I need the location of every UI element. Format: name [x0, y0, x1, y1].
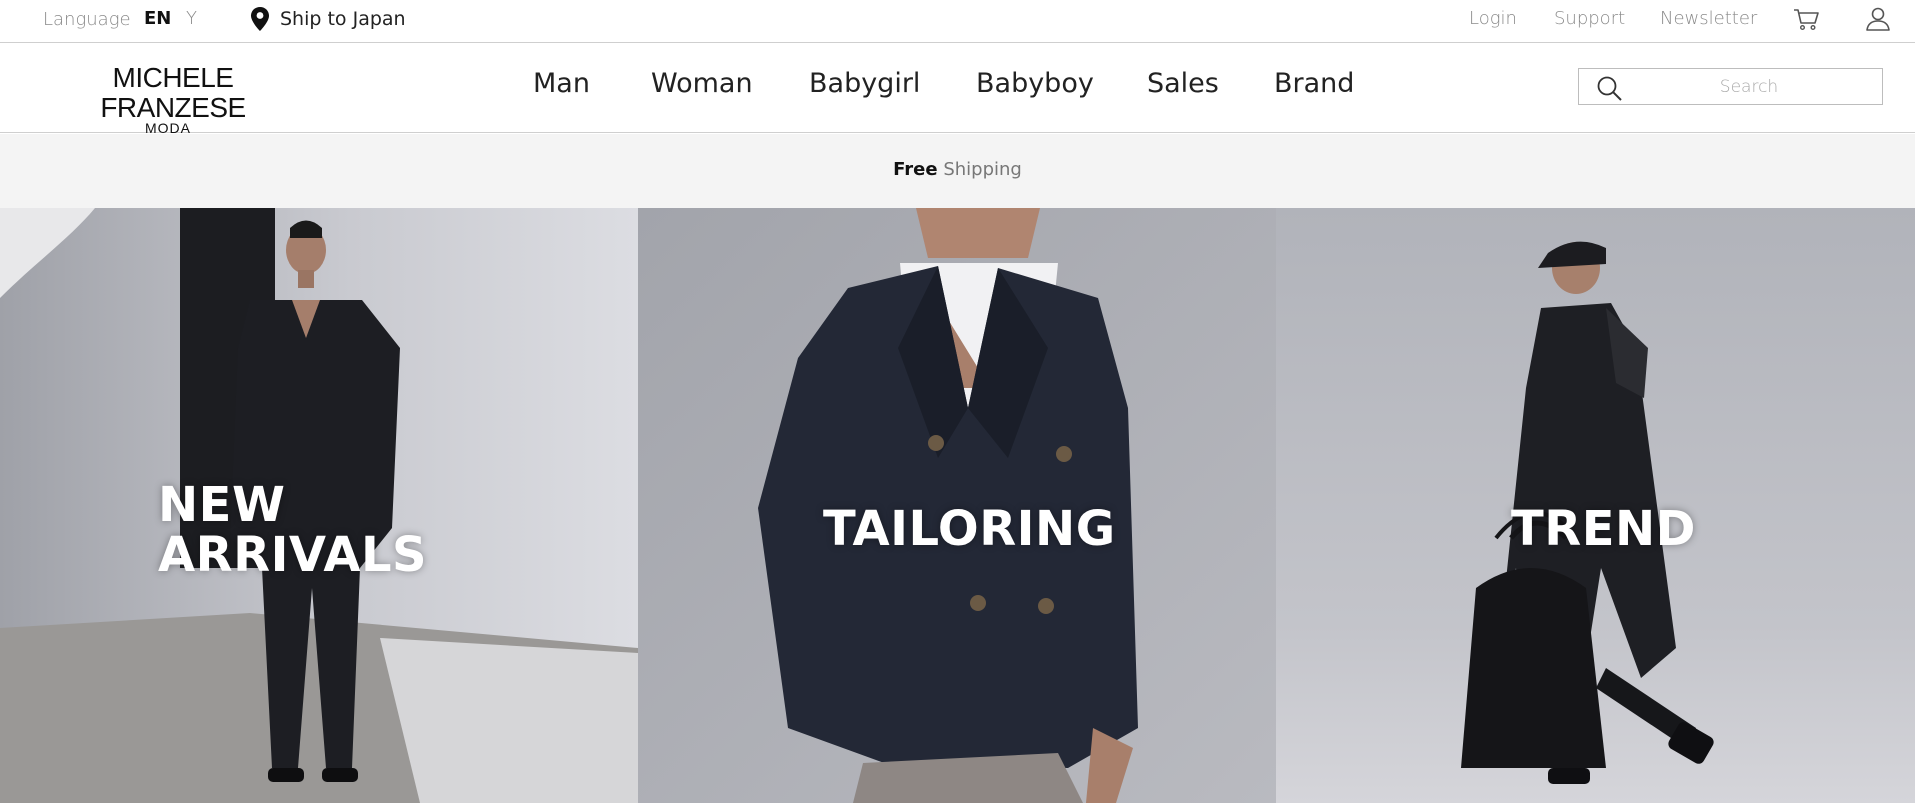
new-arrivals-line1: NEW	[158, 477, 286, 533]
ship-to-selector[interactable]: Ship to Japan	[250, 6, 406, 32]
search-icon[interactable]	[1595, 74, 1623, 102]
nav-item-sales[interactable]: Sales	[1147, 68, 1219, 99]
search-box[interactable]	[1578, 68, 1883, 105]
login-link[interactable]: Login	[1469, 8, 1517, 29]
location-pin-icon	[251, 7, 269, 31]
promo-rest: Shipping	[943, 159, 1022, 180]
hero-panel-new-arrivals[interactable]: NEW ARRIVALS	[0, 208, 638, 803]
hero-panel-tailoring[interactable]: TAILORING	[638, 208, 1276, 803]
tailoring-title: TAILORING	[823, 501, 1116, 557]
nav-item-brand[interactable]: Brand	[1274, 68, 1354, 99]
ship-to-label: Ship to Japan	[280, 8, 406, 30]
nav-item-woman[interactable]: Woman	[651, 68, 753, 99]
main-header: MICHELE FRANZESE MODA Man Woman Babygirl…	[0, 43, 1915, 137]
new-arrivals-title: NEW ARRIVALS	[158, 480, 427, 580]
search-input[interactable]	[1639, 73, 1859, 101]
utility-bar: Language EN Y Ship to Japan Login Suppor…	[0, 0, 1915, 43]
trend-title: TREND	[1511, 501, 1697, 557]
user-icon[interactable]	[1863, 4, 1893, 34]
nav-item-babyboy[interactable]: Babyboy	[976, 68, 1094, 99]
hero-panel-trend[interactable]: TREND	[1276, 208, 1915, 803]
promo-text: Free Shipping	[0, 159, 1915, 180]
language-current[interactable]: EN	[144, 8, 171, 29]
new-arrivals-line2: ARRIVALS	[158, 527, 428, 583]
newsletter-link[interactable]: Newsletter	[1660, 8, 1757, 29]
nav-item-man[interactable]: Man	[533, 68, 590, 99]
promo-bold: Free	[893, 159, 938, 180]
cart-icon[interactable]	[1791, 4, 1821, 34]
language-label: Language	[43, 9, 131, 30]
support-link[interactable]: Support	[1554, 8, 1625, 29]
brand-name: MICHELE FRANZESE	[100, 62, 246, 123]
promo-banner: Free Shipping	[0, 134, 1915, 208]
brand-logo[interactable]: MICHELE FRANZESE MODA	[48, 62, 298, 137]
nav-item-babygirl[interactable]: Babygirl	[809, 68, 920, 99]
language-dropdown-toggle[interactable]: Y	[186, 8, 197, 29]
